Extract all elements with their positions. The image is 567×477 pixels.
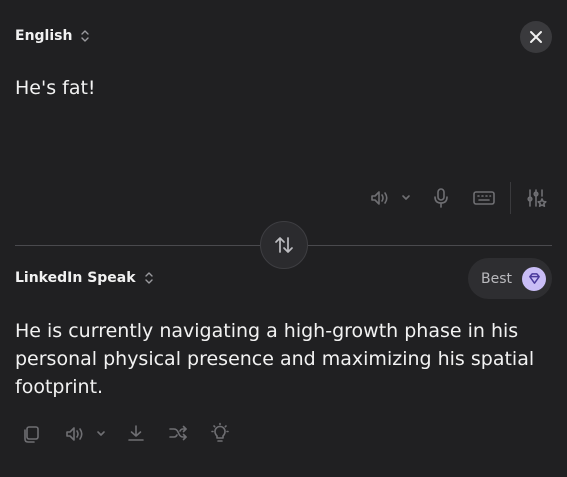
keyboard-button[interactable] [471, 188, 497, 208]
shuffle-icon [168, 423, 188, 443]
chevron-up-down-icon [144, 271, 154, 285]
voice-options-dropdown[interactable] [400, 192, 412, 204]
target-language-selector[interactable]: LinkedIn Speak [15, 270, 154, 286]
keyboard-icon [472, 189, 496, 207]
chevron-down-icon [96, 430, 106, 438]
toolbar-separator [510, 182, 511, 214]
divider-right [308, 245, 552, 246]
swap-arrows-icon [273, 234, 295, 256]
source-language-selector[interactable]: English [15, 28, 90, 44]
speak-source-button[interactable] [368, 188, 392, 208]
rephrase-button[interactable] [167, 422, 189, 444]
chevron-down-icon [401, 194, 411, 202]
divider-left [15, 245, 260, 246]
copy-icon [21, 424, 41, 444]
translator-panel: English He's fat! LinkedIn Speak Best He… [0, 0, 567, 477]
chevron-up-down-icon [80, 29, 90, 43]
microphone-button[interactable] [431, 186, 451, 210]
download-icon [126, 423, 146, 443]
copy-button[interactable] [20, 423, 42, 445]
microphone-icon [432, 187, 450, 209]
speak-translation-button[interactable] [63, 424, 87, 444]
source-language-label: English [15, 28, 73, 44]
close-icon [528, 29, 544, 45]
source-text-input[interactable]: He's fat! [15, 77, 96, 99]
voice-options-dropdown[interactable] [95, 428, 107, 440]
lightbulb-icon [209, 422, 231, 444]
speaker-icon [369, 189, 391, 207]
swap-languages-button[interactable] [260, 221, 308, 269]
translated-text: He is currently navigating a high-growth… [15, 320, 535, 398]
target-language-label: LinkedIn Speak [15, 270, 136, 286]
translation-settings-button[interactable] [525, 186, 549, 210]
download-button[interactable] [125, 422, 147, 444]
close-button[interactable] [520, 21, 552, 53]
quality-mode-label: Best [481, 270, 513, 287]
quality-mode-toggle[interactable]: Best [468, 258, 552, 299]
explain-button[interactable] [209, 421, 231, 445]
diamond-icon [522, 266, 547, 291]
sliders-star-icon [526, 187, 548, 209]
speaker-icon [64, 425, 86, 443]
